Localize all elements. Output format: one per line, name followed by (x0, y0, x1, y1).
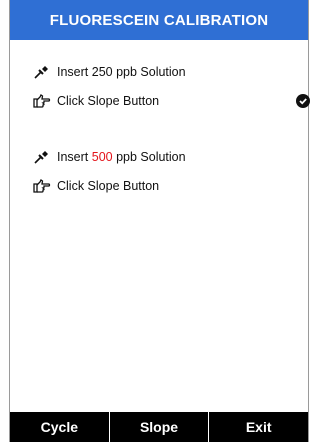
step1-action-line: Click Slope Button (33, 94, 159, 108)
cycle-button[interactable]: Cycle (10, 412, 110, 442)
step1-insert-value: 250 (91, 65, 113, 79)
step2-insert-prefix: Insert (57, 150, 92, 164)
pointing-hand-icon (33, 94, 51, 108)
exit-button[interactable]: Exit (209, 412, 308, 442)
dropper-icon (33, 150, 51, 164)
step2-insert-value: 500 (91, 150, 113, 164)
step1-insert-suffix: ppb Solution (112, 65, 186, 79)
softkey-bar: Cycle Slope Exit (10, 412, 308, 442)
check-circle-icon (296, 94, 310, 108)
step1-action-text: Click Slope Button (57, 94, 160, 108)
screen-title: FLUORESCEIN CALIBRATION (10, 0, 308, 40)
step2-action-line: Click Slope Button (33, 179, 159, 193)
dropper-icon (33, 65, 51, 79)
step1-insert-line: Insert 250 ppb Solution (33, 65, 186, 79)
step1-insert-prefix: Insert (57, 65, 92, 79)
slope-button[interactable]: Slope (110, 412, 210, 442)
step2-insert-line: Insert 500 ppb Solution (33, 150, 186, 164)
step2-action-text: Click Slope Button (57, 179, 160, 193)
step2-insert-suffix: ppb Solution (112, 150, 186, 164)
calibration-screen: FLUORESCEIN CALIBRATION Insert 250 ppb S… (9, 0, 310, 442)
pointing-hand-icon (33, 179, 51, 193)
